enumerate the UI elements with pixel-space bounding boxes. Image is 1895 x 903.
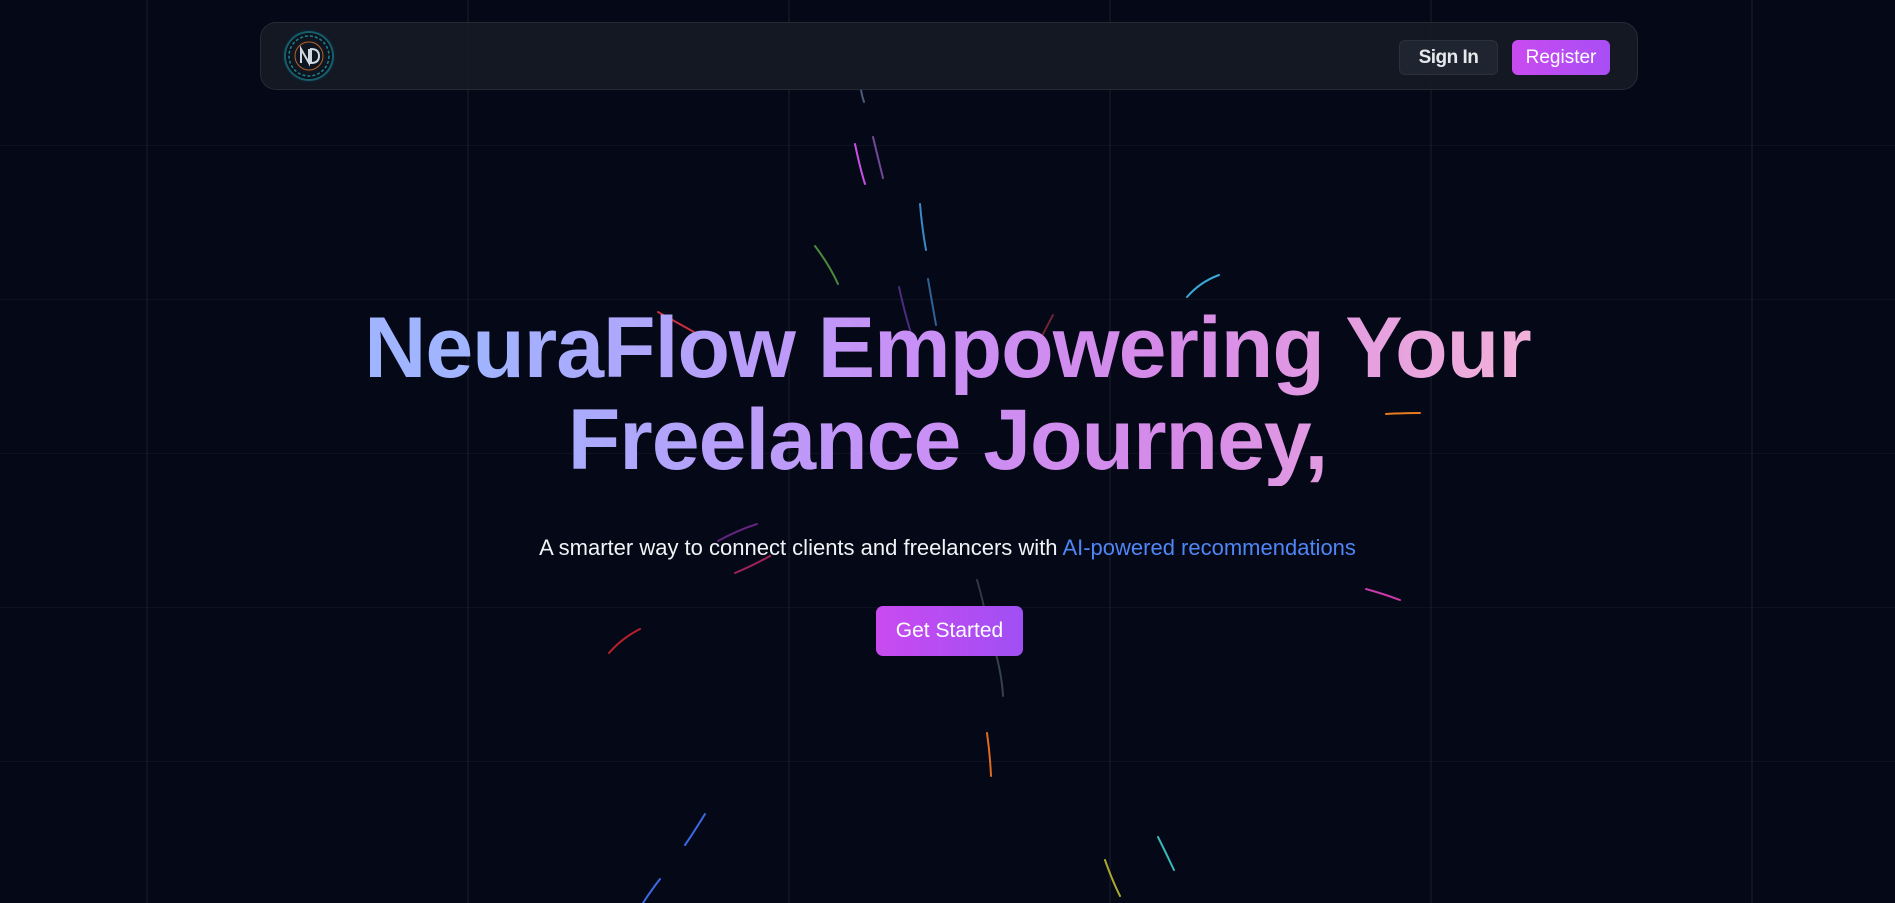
hero-subtitle: A smarter way to connect clients and fre…	[0, 535, 1895, 561]
landing-page: Sign In Register NeuraFlow Empowering Yo…	[0, 0, 1895, 903]
neuraflow-logo-icon[interactable]	[286, 33, 332, 79]
register-button[interactable]: Register	[1512, 40, 1610, 75]
top-navbar: Sign In Register	[260, 22, 1638, 90]
get-started-button[interactable]: Get Started	[876, 606, 1023, 656]
logo-mark	[288, 35, 330, 77]
headline-line-2: Freelance Journey,	[567, 392, 1328, 488]
subtitle-accent: AI-powered recommendations	[1062, 535, 1356, 560]
subtitle-text: A smarter way to connect clients and fre…	[539, 535, 1063, 560]
sign-in-button[interactable]: Sign In	[1399, 40, 1498, 75]
hero-headline: NeuraFlow Empowering Your Freelance Jour…	[0, 302, 1895, 486]
headline-line-1: NeuraFlow Empowering Your	[364, 300, 1531, 396]
